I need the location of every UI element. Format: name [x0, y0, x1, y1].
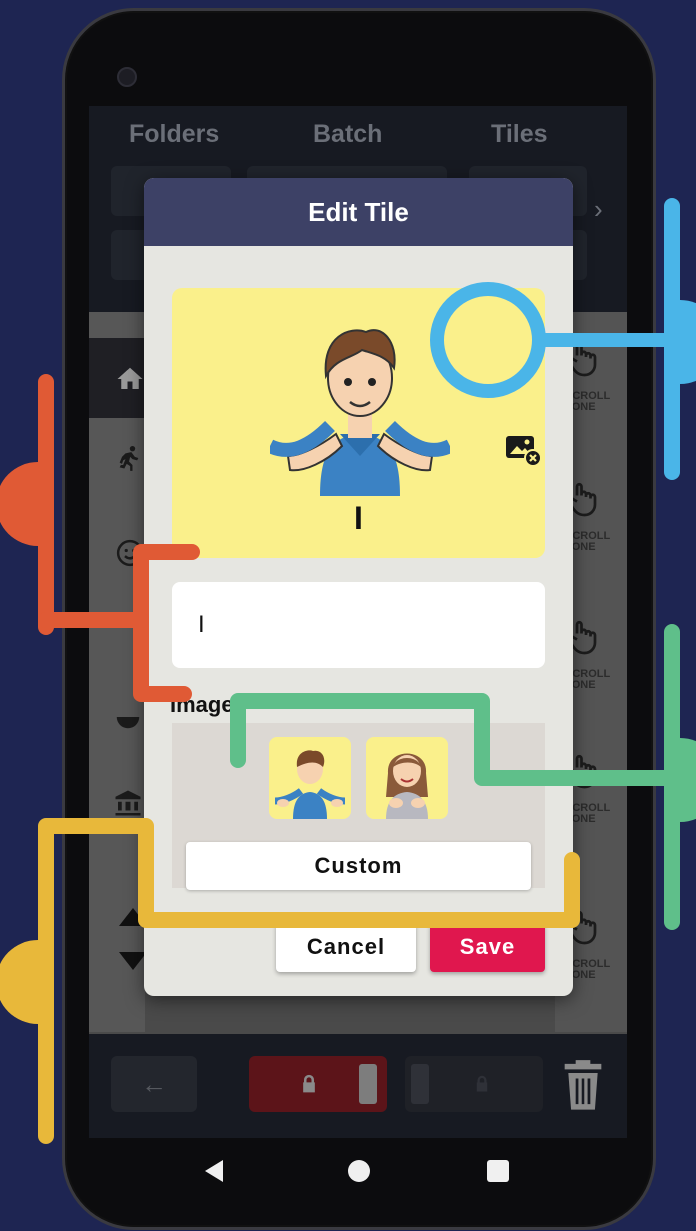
cancel-button[interactable]: Cancel — [276, 922, 416, 972]
bottom-toolbar: ← — [89, 1034, 627, 1138]
toggle-knob — [359, 1064, 377, 1104]
nav-recents-button[interactable] — [487, 1160, 509, 1182]
toggle-knob — [411, 1064, 429, 1104]
smiley-icon[interactable] — [115, 538, 145, 568]
lock-icon — [476, 1075, 488, 1092]
unlock-toggle[interactable] — [405, 1056, 543, 1112]
girl-sign-icon — [386, 753, 428, 819]
image-choices: Custom — [172, 723, 545, 890]
tab-folders[interactable]: Folders — [129, 120, 219, 149]
nav-back-button[interactable] — [205, 1160, 223, 1182]
tab-batch[interactable]: Batch — [313, 120, 382, 149]
tile-label: I — [354, 500, 363, 536]
front-camera — [117, 67, 137, 87]
trash-icon[interactable] — [561, 1056, 605, 1112]
images-section-label: Images — [170, 692, 246, 717]
scroll-up-icon[interactable] — [119, 908, 147, 926]
food-icon[interactable] — [113, 702, 143, 732]
tab-tiles[interactable]: Tiles — [491, 120, 548, 149]
dialog-title: Edit Tile — [144, 178, 573, 246]
running-icon[interactable] — [115, 444, 143, 472]
tile-image — [270, 329, 450, 496]
chevron-right-icon[interactable]: › — [594, 194, 603, 225]
bank-icon[interactable] — [113, 788, 143, 818]
tab-bar: Folders Batch Tiles — [89, 120, 627, 154]
tile-name-input[interactable] — [172, 582, 545, 668]
image-option-girl[interactable] — [366, 737, 448, 819]
nav-home-button[interactable] — [348, 1160, 370, 1182]
boy-sign-icon — [274, 750, 346, 819]
edit-tile-dialog: Edit Tile I Images — [144, 178, 573, 996]
folder-column — [89, 312, 147, 1032]
image-remove-icon — [506, 436, 542, 467]
clear-image-button[interactable] — [502, 432, 546, 470]
folder-home[interactable] — [89, 338, 145, 418]
home-icon — [117, 367, 143, 389]
custom-image-button[interactable]: Custom — [186, 842, 531, 890]
lock-icon — [303, 1074, 315, 1093]
back-button[interactable]: ← — [111, 1056, 197, 1112]
scroll-down-icon[interactable] — [119, 952, 147, 970]
image-option-boy[interactable] — [269, 737, 351, 819]
save-button[interactable]: Save — [430, 922, 545, 972]
tile-preview: I — [172, 288, 545, 558]
lock-toggle[interactable] — [249, 1056, 387, 1112]
arrow-left-icon: ← — [141, 1069, 167, 1099]
